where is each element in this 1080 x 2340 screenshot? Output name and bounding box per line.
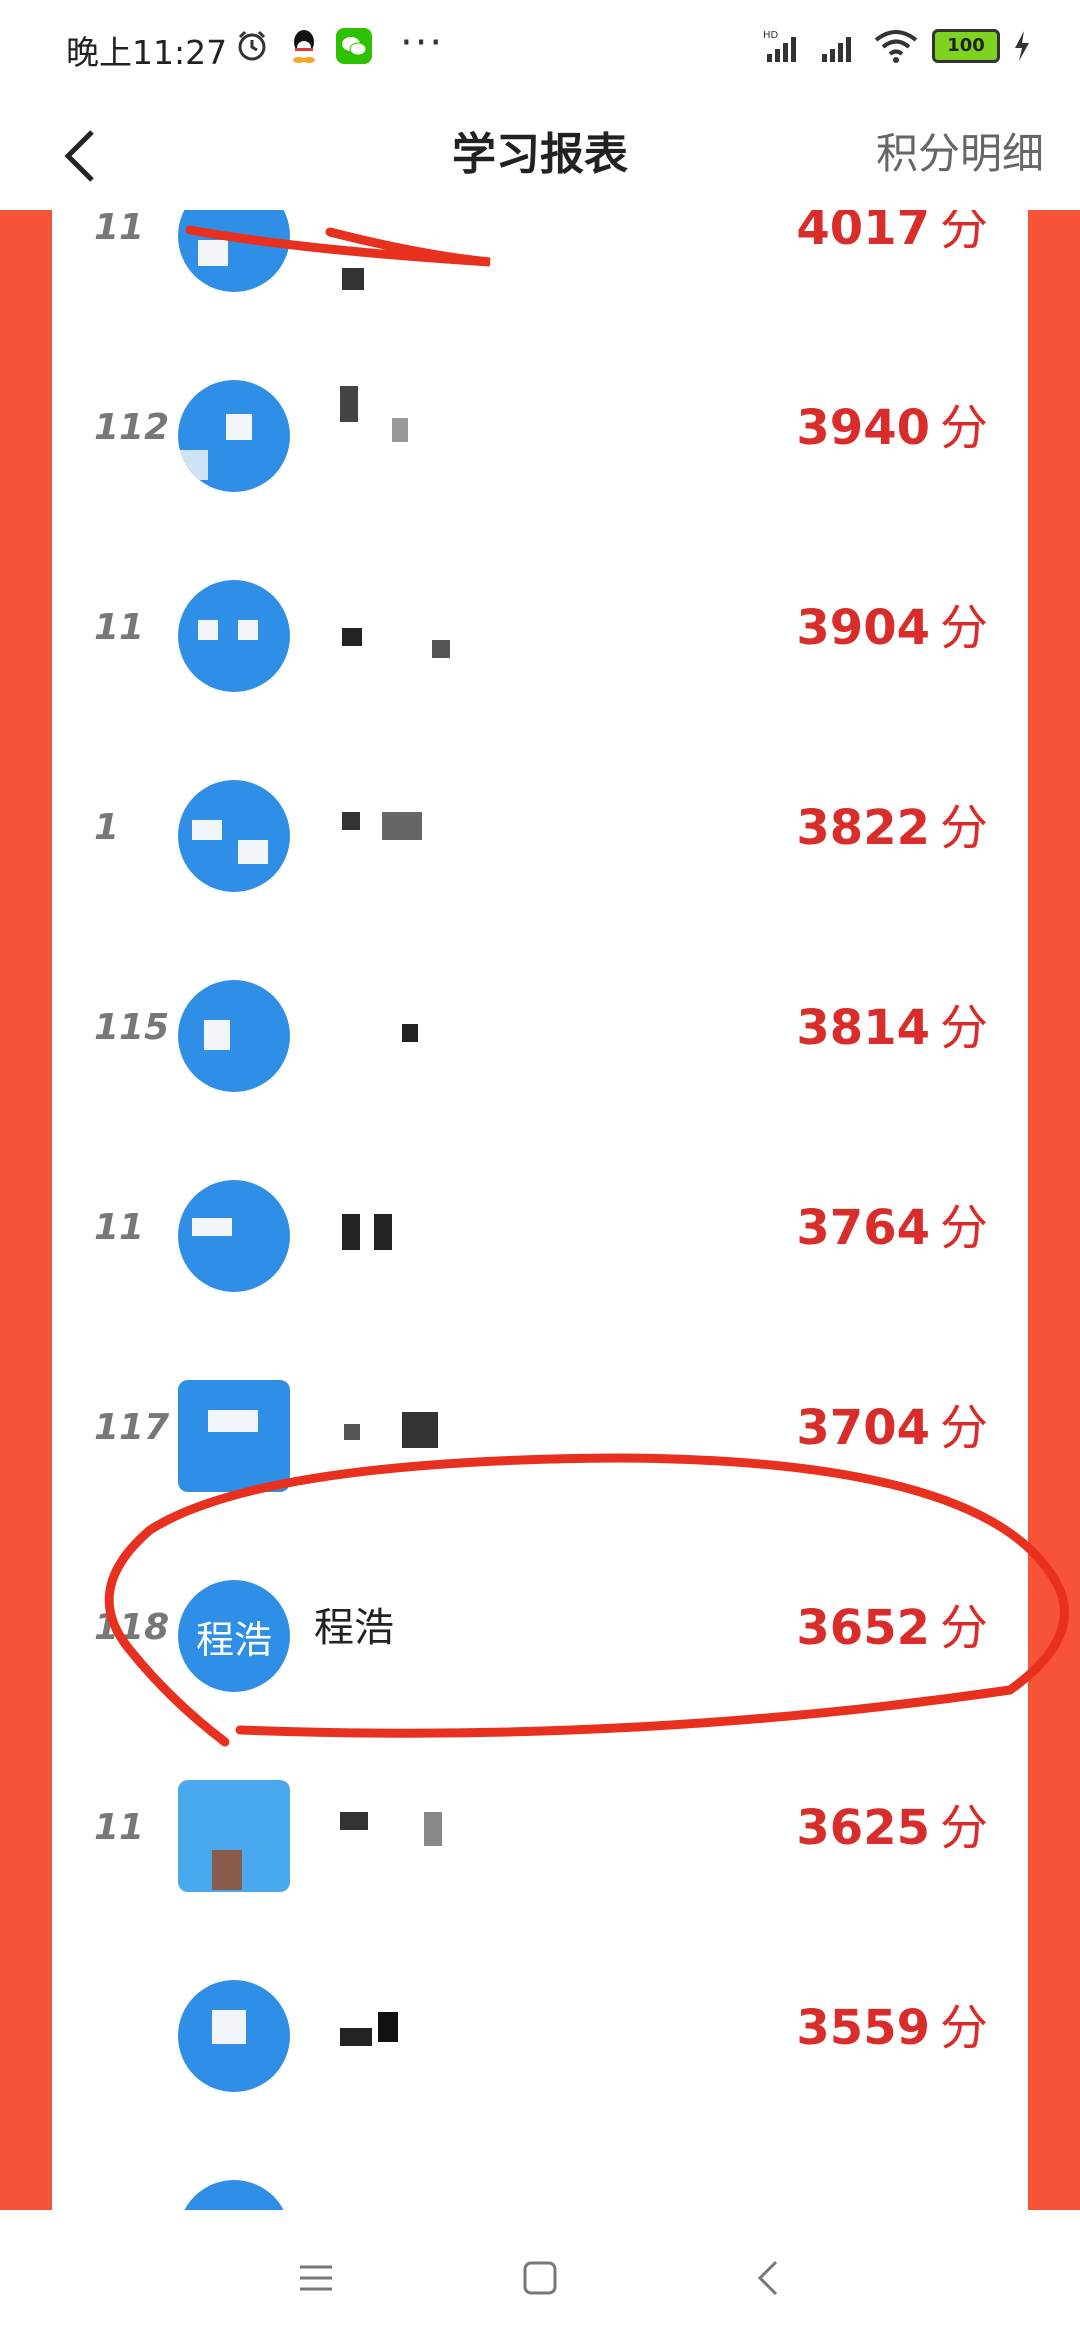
list-item[interactable]: 3559 分 [52, 1928, 1028, 2128]
system-nav-bar [0, 2210, 1080, 2340]
square-icon [523, 2261, 557, 2295]
list-item-current-user[interactable]: 118 程浩 程浩 3652 分 [52, 1528, 1028, 1728]
score-unit: 分 [939, 800, 988, 856]
wechat-icon [334, 26, 374, 66]
score-value: 3652 [796, 1600, 930, 1656]
score: 3904 分 [796, 528, 988, 728]
qq-icon [284, 26, 324, 66]
avatar [178, 580, 290, 692]
avatar [178, 1180, 290, 1292]
score: 3704 分 [796, 1328, 988, 1528]
list-item[interactable]: 1 3822 分 [52, 728, 1028, 928]
ranking-list[interactable]: 11 4017 分 112 3940 分 11 3904 分 1 3822 分 115 [52, 210, 1028, 2210]
header: 学习报表 积分明细 [0, 96, 1080, 214]
side-panel-right [1028, 210, 1080, 2210]
blurred-name [402, 1024, 418, 1042]
rank-number: 1 [94, 807, 120, 848]
blurred-name [340, 386, 358, 422]
score-value: 3814 [796, 1000, 930, 1056]
system-back-button[interactable] [738, 2248, 798, 2308]
list-item[interactable] [52, 2128, 1028, 2210]
side-panel-left [0, 210, 52, 2210]
status-bar: 晚上11:27 ··· HD 100 [0, 0, 1080, 96]
rank-number: 117 [94, 1407, 170, 1448]
list-item[interactable]: 112 3940 分 [52, 328, 1028, 528]
alarm-icon [232, 26, 272, 66]
rank-number: 112 [94, 407, 170, 448]
signal-icon [818, 26, 862, 66]
blurred-name [344, 1424, 360, 1440]
score-value: 3559 [796, 2000, 930, 2056]
score-unit: 分 [939, 2000, 988, 2056]
chevron-left-icon [64, 130, 94, 182]
score: 4017 分 [796, 210, 988, 328]
rank-number: 118 [94, 1607, 170, 1648]
rank-number: 11 [94, 607, 145, 648]
avatar [178, 980, 290, 1092]
avatar [178, 380, 290, 492]
blurred-name [340, 1812, 368, 1830]
score-unit: 分 [939, 600, 988, 656]
home-button[interactable] [510, 2248, 570, 2308]
score-value: 3822 [796, 800, 930, 856]
score: 3940 分 [796, 328, 988, 528]
list-item[interactable]: 117 3704 分 [52, 1328, 1028, 1528]
list-item[interactable]: 115 3814 分 [52, 928, 1028, 1128]
list-item[interactable]: 11 4017 分 [52, 210, 1028, 328]
score-value: 3704 [796, 1400, 930, 1456]
score-unit: 分 [939, 1800, 988, 1856]
list-item[interactable]: 11 3904 分 [52, 528, 1028, 728]
score: 3764 分 [796, 1128, 988, 1328]
user-name: 程浩 [314, 1605, 394, 1651]
score-unit: 分 [939, 1000, 988, 1056]
wifi-icon [872, 26, 920, 66]
svg-text:HD: HD [763, 30, 779, 41]
battery-icon: 100 [930, 26, 1002, 66]
more-notifications-icon: ··· [400, 20, 445, 66]
avatar: 程浩 [178, 1580, 290, 1692]
score-value: 4017 [796, 210, 930, 256]
chevron-left-icon [757, 2260, 778, 2296]
avatar [178, 780, 290, 892]
score-unit: 分 [939, 210, 988, 256]
rank-number: 11 [94, 210, 145, 248]
score-unit: 分 [939, 1200, 988, 1256]
avatar [178, 1980, 290, 2092]
score: 3625 分 [796, 1728, 988, 1928]
blurred-name [342, 268, 364, 290]
blurred-name [342, 812, 360, 830]
avatar [178, 2180, 290, 2210]
back-button[interactable] [40, 116, 120, 196]
blurred-name [342, 628, 362, 646]
menu-icon [300, 2265, 332, 2291]
status-time: 晚上11:27 [66, 33, 228, 72]
score: 3652 分 [796, 1528, 988, 1728]
score-unit: 分 [939, 400, 988, 456]
score-unit: 分 [939, 1600, 988, 1656]
blurred-name [342, 1214, 360, 1250]
score-value: 3904 [796, 600, 930, 656]
rank-number: 115 [94, 1007, 170, 1048]
score-unit: 分 [939, 1400, 988, 1456]
points-detail-link[interactable]: 积分明细 [876, 120, 1044, 181]
score-value: 3625 [796, 1800, 930, 1856]
rank-number: 11 [94, 1807, 145, 1848]
score: 3822 分 [796, 728, 988, 928]
blurred-name [340, 2028, 372, 2046]
hd-signal-icon: HD [762, 26, 808, 66]
score: 3559 分 [796, 1928, 988, 2128]
score-value: 3940 [796, 400, 930, 456]
list-item[interactable]: 11 3625 分 [52, 1728, 1028, 1928]
charging-icon [1010, 26, 1034, 66]
rank-number: 11 [94, 1207, 145, 1248]
menu-button[interactable] [286, 2248, 346, 2308]
score: 3814 分 [796, 928, 988, 1128]
battery-level: 100 [947, 35, 985, 56]
avatar [178, 210, 290, 292]
avatar [178, 1780, 290, 1892]
avatar [178, 1380, 290, 1492]
score-value: 3764 [796, 1200, 930, 1256]
list-item[interactable]: 11 3764 分 [52, 1128, 1028, 1328]
